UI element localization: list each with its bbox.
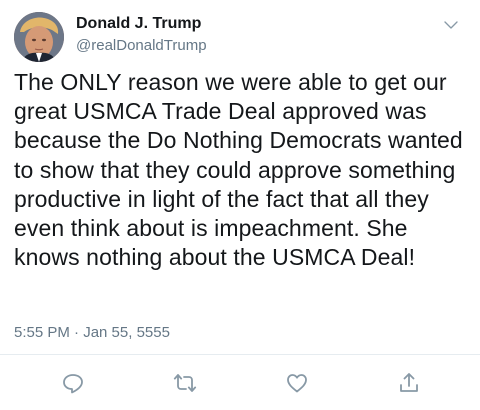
like-button[interactable] [283,371,311,399]
display-name[interactable]: Donald J. Trump [76,14,207,34]
share-button[interactable] [395,371,423,399]
reply-icon [61,371,85,400]
tweet-timestamp[interactable]: 5:55 PM · Jan 55, 5555 [14,323,170,343]
chevron-down-icon[interactable] [442,16,460,34]
action-bar [0,360,480,410]
tweet-text: The ONLY reason we were able to get our … [14,69,463,271]
tweet-header: Donald J. Trump @realDonaldTrump [14,10,466,62]
retweet-icon [173,371,197,400]
retweet-button[interactable] [171,371,199,399]
divider [0,354,480,355]
heart-icon [285,371,309,400]
author-names: Donald J. Trump @realDonaldTrump [76,14,207,56]
share-icon [397,371,421,400]
avatar[interactable] [14,12,64,62]
tweet-card: Donald J. Trump @realDonaldTrump The ONL… [0,0,480,410]
user-handle[interactable]: @realDonaldTrump [76,36,207,56]
reply-button[interactable] [59,371,87,399]
avatar-image [14,12,64,62]
